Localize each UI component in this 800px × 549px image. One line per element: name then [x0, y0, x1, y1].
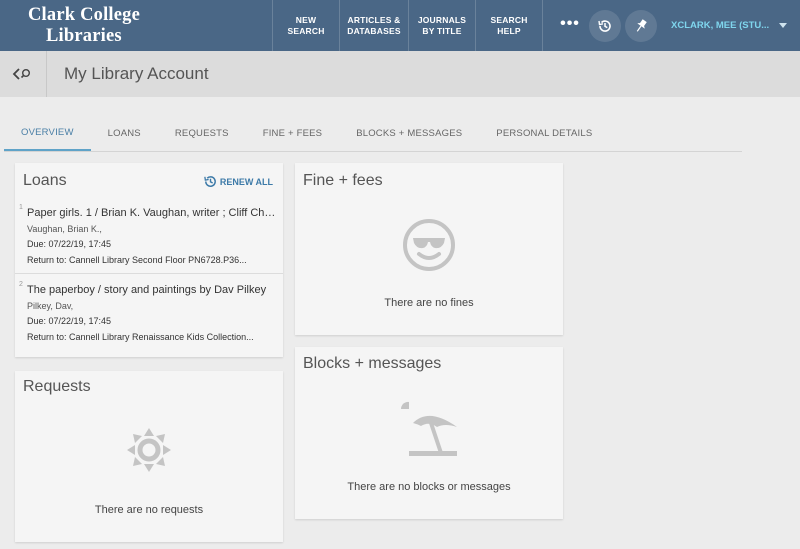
- renew-all-label: RENEW ALL: [219, 176, 273, 187]
- page-header: My Library Account: [0, 51, 800, 97]
- fines-card: Fine + fees There are no fines: [295, 163, 563, 335]
- more-menu-button[interactable]: •••: [555, 15, 585, 33]
- tab-fine-fees[interactable]: FINE + FEES: [246, 115, 339, 151]
- library-logo[interactable]: Clark College Libraries: [0, 0, 160, 51]
- nav-label-line2: BY TITLE: [422, 25, 462, 36]
- nav-label-line1: ARTICLES &: [347, 15, 401, 25]
- nav-label-line1: SEARCH: [490, 15, 528, 25]
- chevron-down-icon: [779, 23, 788, 28]
- renew-all-button[interactable]: RENEW ALL: [203, 174, 273, 189]
- loan-author: Pilkey, Dav,: [27, 301, 74, 311]
- loan-return-location: Return to: Cannell Library Renaissance K…: [27, 332, 254, 342]
- user-name: XCLARK, MEE (STU...: [671, 20, 770, 31]
- nav-new-search[interactable]: NEW SEARCH: [273, 0, 339, 51]
- nav-label-line2: DATABASES: [347, 25, 401, 36]
- search-history-button[interactable]: [589, 9, 621, 42]
- smiley-sunglasses-icon: [403, 219, 455, 271]
- beach-umbrella-icon: [400, 401, 457, 456]
- tab-blocks-messages[interactable]: BLOCKS + MESSAGES: [339, 115, 479, 151]
- loan-due-date: Due: 07/22/19, 17:45: [27, 316, 112, 326]
- loan-item[interactable]: 2 The paperboy / story and paintings by …: [15, 278, 283, 351]
- fines-empty-message: There are no fines: [384, 297, 474, 309]
- requests-empty-message: There are no requests: [94, 504, 204, 516]
- history-icon: [598, 19, 611, 32]
- nav-articles-databases[interactable]: ARTICLES & DATABASES: [340, 0, 408, 51]
- nav-label-line2: HELP: [497, 25, 521, 36]
- tab-requests[interactable]: REQUESTS: [158, 115, 246, 151]
- loan-title[interactable]: Paper girls. 1 / Brian K. Vaughan, write…: [27, 207, 277, 219]
- pin-icon: [636, 18, 647, 32]
- loan-return-location: Return to: Cannell Library Second Floor …: [27, 255, 247, 265]
- sun-icon: [127, 428, 171, 472]
- logo-line-2: Libraries: [46, 26, 122, 46]
- tab-overview[interactable]: OVERVIEW: [4, 115, 91, 151]
- loan-due-date: Due: 07/22/19, 17:45: [27, 239, 112, 249]
- loan-number: 1: [19, 204, 23, 211]
- logo-line-1: Clark College: [28, 5, 141, 25]
- nav-label-line2: SEARCH: [287, 25, 325, 36]
- user-menu[interactable]: XCLARK, MEE (STU...: [671, 20, 788, 31]
- nav-label-line1: NEW: [295, 15, 317, 25]
- blocks-empty-message: There are no blocks or messages: [347, 481, 511, 493]
- nav-label-line1: JOURNALS: [417, 15, 467, 25]
- loans-card: Loans RENEW ALL 1 Paper girls. 1 / Brian…: [15, 163, 283, 357]
- blocks-card: Blocks + messages There are no blocks or…: [295, 347, 563, 519]
- account-tabs: OVERVIEW LOANS REQUESTS FINE + FEES BLOC…: [4, 115, 742, 152]
- requests-card: Requests There are no requests: [15, 371, 283, 542]
- top-bar: Clark College Libraries NEW SEARCH ARTICL…: [0, 0, 800, 51]
- fines-title: Fine + fees: [303, 172, 383, 189]
- loan-number: 2: [19, 281, 23, 288]
- requests-title: Requests: [23, 378, 91, 395]
- nav-search-help[interactable]: SEARCH HELP: [476, 0, 542, 51]
- loans-title: Loans: [23, 172, 67, 189]
- renew-icon: [204, 176, 216, 187]
- loan-author: Vaughan, Brian K.,: [27, 224, 102, 234]
- page-title: My Library Account: [64, 64, 209, 83]
- blocks-title: Blocks + messages: [303, 355, 442, 372]
- back-search-icon: [12, 68, 30, 80]
- pinned-items-button[interactable]: [625, 9, 657, 42]
- back-to-search-button[interactable]: [0, 51, 47, 97]
- loan-title[interactable]: The paperboy / story and paintings by Da…: [27, 284, 277, 296]
- tab-personal-details[interactable]: PERSONAL DETAILS: [479, 115, 609, 151]
- tab-loans[interactable]: LOANS: [91, 115, 158, 151]
- nav-journals-by-title[interactable]: JOURNALS BY TITLE: [409, 0, 475, 51]
- loan-item[interactable]: 1 Paper girls. 1 / Brian K. Vaughan, wri…: [15, 201, 283, 274]
